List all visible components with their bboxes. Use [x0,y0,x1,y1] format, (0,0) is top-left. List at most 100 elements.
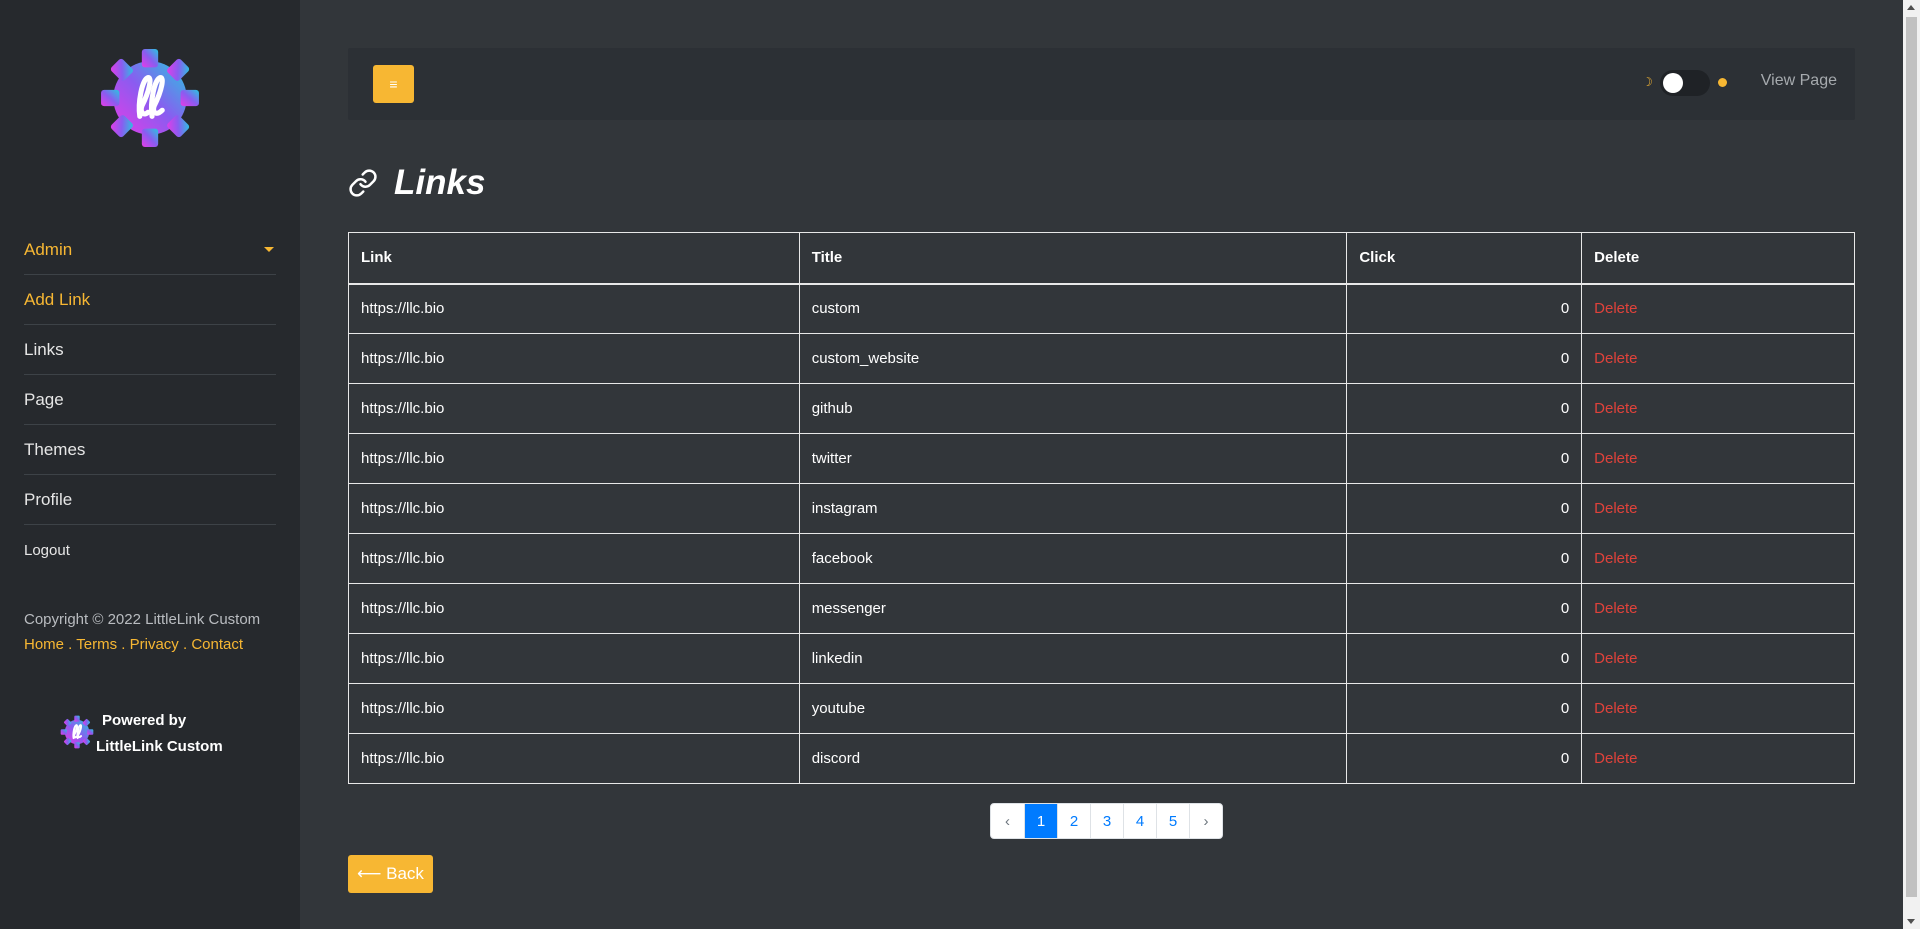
table-row: https://llc.bio custom_website 0 Delete [348,333,1855,384]
click-count-cell: 0 [1346,633,1583,684]
page-title: Links [394,163,486,202]
link-icon [349,169,377,197]
sidebar-item-page[interactable]: Page [24,375,276,425]
title-cell: discord [798,733,1348,784]
title-cell: linkedin [798,633,1348,684]
sidebar-item-logout[interactable]: Logout [24,525,276,575]
table-row: https://llc.bio custom 0 Delete [348,283,1855,334]
footer-separator: . [178,636,192,653]
click-count-cell: 0 [1346,733,1583,784]
sidebar-item-label: Themes [24,439,86,459]
powered-by-badge[interactable]: Powered by LittleLink Custom [60,710,260,760]
vertical-scrollbar[interactable] [1903,0,1920,929]
powered-by-text: Powered by [102,712,187,729]
footer-link-terms[interactable]: Terms [76,636,117,653]
link-cell: https://llc.bio [348,333,800,384]
link-cell: https://llc.bio [348,533,800,584]
footer-link-contact[interactable]: Contact [191,636,243,653]
click-count-cell: 0 [1346,433,1583,484]
delete-link[interactable]: Delete [1594,350,1637,367]
pagination-page-4[interactable]: 4 [1123,804,1156,838]
link-cell: https://llc.bio [348,433,800,484]
pagination-page-2[interactable]: 2 [1057,804,1090,838]
footer-link-privacy[interactable]: Privacy [130,636,179,653]
click-count-cell: 0 [1346,533,1583,584]
theme-toggle[interactable] [1660,70,1710,96]
table-row: https://llc.bio facebook 0 Delete [348,533,1855,584]
delete-cell: Delete [1581,333,1855,384]
delete-cell: Delete [1581,733,1855,784]
delete-link[interactable]: Delete [1594,450,1637,467]
click-count-cell: 0 [1346,283,1583,334]
column-header-link: Link [348,232,800,285]
sidebar-item-admin[interactable]: Admin [24,225,276,275]
column-header-click: Click [1346,232,1583,285]
title-cell: facebook [798,533,1348,584]
pagination: ‹ 1 2 3 4 5 › [990,803,1223,839]
sidebar-item-label: Add Link [24,289,91,309]
sidebar-nav: Admin Add Link Links Page Themes Profile… [24,225,276,575]
scroll-down-arrow-icon[interactable] [1907,919,1915,924]
sidebar: Admin Add Link Links Page Themes Profile… [0,0,300,929]
table-row: https://llc.bio youtube 0 Delete [348,683,1855,734]
delete-link[interactable]: Delete [1594,600,1637,617]
sidebar-item-profile[interactable]: Profile [24,475,276,525]
column-header-title: Title [798,232,1348,285]
scroll-thumb[interactable] [1906,17,1917,897]
table-header-row: Link Title Click Delete [348,232,1855,285]
delete-link[interactable]: Delete [1594,300,1637,317]
table-row: https://llc.bio linkedin 0 Delete [348,633,1855,684]
link-cell: https://llc.bio [348,383,800,434]
link-cell: https://llc.bio [348,583,800,634]
sun-icon [1718,78,1727,87]
moon-icon: ☽ [1642,75,1653,89]
click-count-cell: 0 [1346,483,1583,534]
delete-link[interactable]: Delete [1594,550,1637,567]
hamburger-icon: ≡ [389,76,398,92]
sidebar-item-add-link[interactable]: Add Link [24,275,276,325]
link-cell: https://llc.bio [348,483,800,534]
title-cell: custom_website [798,333,1348,384]
table-row: https://llc.bio github 0 Delete [348,383,1855,434]
pagination-next[interactable]: › [1189,804,1222,838]
title-cell: instagram [798,483,1348,534]
pagination-prev[interactable]: ‹ [991,804,1024,838]
title-cell: twitter [798,433,1348,484]
back-button[interactable]: ⟵ Back [348,855,433,893]
pagination-page-1[interactable]: 1 [1024,804,1057,838]
powered-by-brand: LittleLink Custom [96,738,223,755]
links-table: Link Title Click Delete https://llc.bio … [348,232,1855,784]
delete-cell: Delete [1581,433,1855,484]
delete-cell: Delete [1581,633,1855,684]
menu-toggle-button[interactable]: ≡ [373,65,414,103]
link-cell: https://llc.bio [348,683,800,734]
click-count-cell: 0 [1346,333,1583,384]
view-page-link[interactable]: View Page [1761,72,1837,90]
littlelink-small-logo-icon [60,715,94,749]
pagination-page-5[interactable]: 5 [1156,804,1189,838]
delete-cell: Delete [1581,583,1855,634]
delete-cell: Delete [1581,683,1855,734]
title-cell: youtube [798,683,1348,734]
page-heading: Links [348,160,485,206]
title-cell: messenger [798,583,1348,634]
scroll-up-arrow-icon[interactable] [1907,5,1915,10]
delete-cell: Delete [1581,533,1855,584]
delete-link[interactable]: Delete [1594,750,1637,767]
delete-link[interactable]: Delete [1594,650,1637,667]
sidebar-item-label: Profile [24,489,73,509]
sidebar-item-label: Admin [24,239,73,259]
title-cell: github [798,383,1348,434]
pagination-page-3[interactable]: 3 [1090,804,1123,838]
sidebar-item-themes[interactable]: Themes [24,425,276,475]
footer-separator: . [117,636,130,653]
delete-link[interactable]: Delete [1594,400,1637,417]
delete-link[interactable]: Delete [1594,700,1637,717]
link-cell: https://llc.bio [348,283,800,334]
footer-link-home[interactable]: Home [24,636,64,653]
table-row: https://llc.bio instagram 0 Delete [348,483,1855,534]
delete-link[interactable]: Delete [1594,500,1637,517]
copyright-text: Copyright © 2022 LittleLink Custom [24,611,261,628]
sidebar-item-links[interactable]: Links [24,325,276,375]
littlelink-logo-icon[interactable] [99,47,201,149]
